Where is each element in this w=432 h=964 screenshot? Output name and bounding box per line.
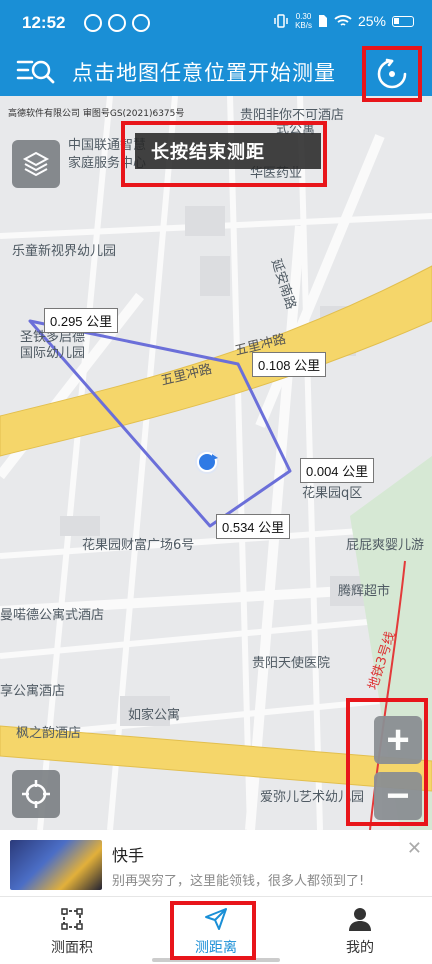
- status-time: 12:52: [22, 13, 66, 32]
- battery-text: 25%: [357, 13, 386, 29]
- layers-button[interactable]: [12, 140, 60, 188]
- layers-icon: [22, 151, 50, 177]
- distance-label: 0.295 公里: [44, 308, 119, 333]
- poi-label: 国际幼儿园: [20, 346, 86, 361]
- close-icon[interactable]: ✕: [407, 838, 422, 859]
- poi-label: 如家公寓: [128, 708, 181, 723]
- poi-label: 腾辉超市: [338, 584, 391, 599]
- ad-title: 快手: [112, 846, 145, 865]
- zoom-in-button[interactable]: +: [374, 716, 422, 764]
- notification-icon: [108, 14, 126, 32]
- net-speed-unit: KB/s: [295, 21, 312, 30]
- net-speed: 0.30 KB/s: [295, 12, 312, 30]
- vibrate-icon: [274, 14, 288, 28]
- poi-label: 乐童新视界幼儿园: [12, 244, 117, 259]
- map-copyright: 高德软件有限公司 审图号GS(2021)6375号: [8, 109, 185, 119]
- nav-area-label: 测面积: [51, 940, 93, 956]
- distance-label: 0.108 公里: [252, 352, 327, 377]
- distance-label: 0.004 公里: [300, 458, 375, 483]
- zoom-controls: + −: [346, 698, 428, 826]
- poi-label: 屁屁爽婴儿游: [346, 538, 425, 553]
- wifi-icon: [334, 15, 352, 26]
- status-bar: 12:52 0.30 KB/s 25%: [0, 0, 432, 48]
- ad-banner[interactable]: 快手 别再哭穷了，这里能领钱，很多人都领到了! ✕: [0, 830, 432, 896]
- distance-label: 0.534 公里: [216, 514, 291, 539]
- poi-label: 享公寓酒店: [0, 684, 66, 699]
- crosshair-icon: [22, 780, 50, 808]
- notification-icon: [132, 14, 150, 32]
- notification-icon: [84, 14, 102, 32]
- locate-button[interactable]: [12, 770, 60, 818]
- nav-me-label: 我的: [346, 940, 374, 956]
- long-press-hint-box: 长按结束测距: [121, 121, 327, 187]
- ad-thumbnail[interactable]: [10, 840, 102, 890]
- poi-label: 枫之韵酒店: [16, 726, 82, 741]
- distance-tab-highlight: [170, 901, 256, 960]
- sim-icon: [318, 15, 327, 27]
- nav-area[interactable]: 测面积: [22, 905, 122, 957]
- user-icon: [349, 908, 371, 931]
- zoom-out-button[interactable]: −: [374, 772, 422, 820]
- menu-search-icon[interactable]: [16, 56, 56, 88]
- reset-icon: [377, 58, 407, 89]
- poi-label: 花果园财富广场6号: [82, 538, 195, 553]
- page-title: 点击地图任意位置开始测量: [72, 61, 336, 85]
- reset-button[interactable]: [362, 46, 422, 102]
- net-speed-value: 0.30: [295, 12, 312, 21]
- poi-label: 贵阳天使医院: [252, 656, 331, 671]
- battery-icon: [392, 15, 414, 27]
- nav-me[interactable]: 我的: [310, 905, 410, 957]
- poi-label: 花果园q区: [302, 486, 363, 501]
- status-right: 0.30 KB/s 25%: [273, 12, 414, 30]
- ad-description: 别再哭穷了，这里能领钱，很多人都领到了!: [112, 874, 365, 889]
- area-icon: [61, 908, 83, 930]
- notification-icons: [84, 14, 150, 32]
- long-press-hint: 长按结束测距: [135, 133, 321, 169]
- poi-label: 曼喏德公寓式酒店: [0, 608, 105, 623]
